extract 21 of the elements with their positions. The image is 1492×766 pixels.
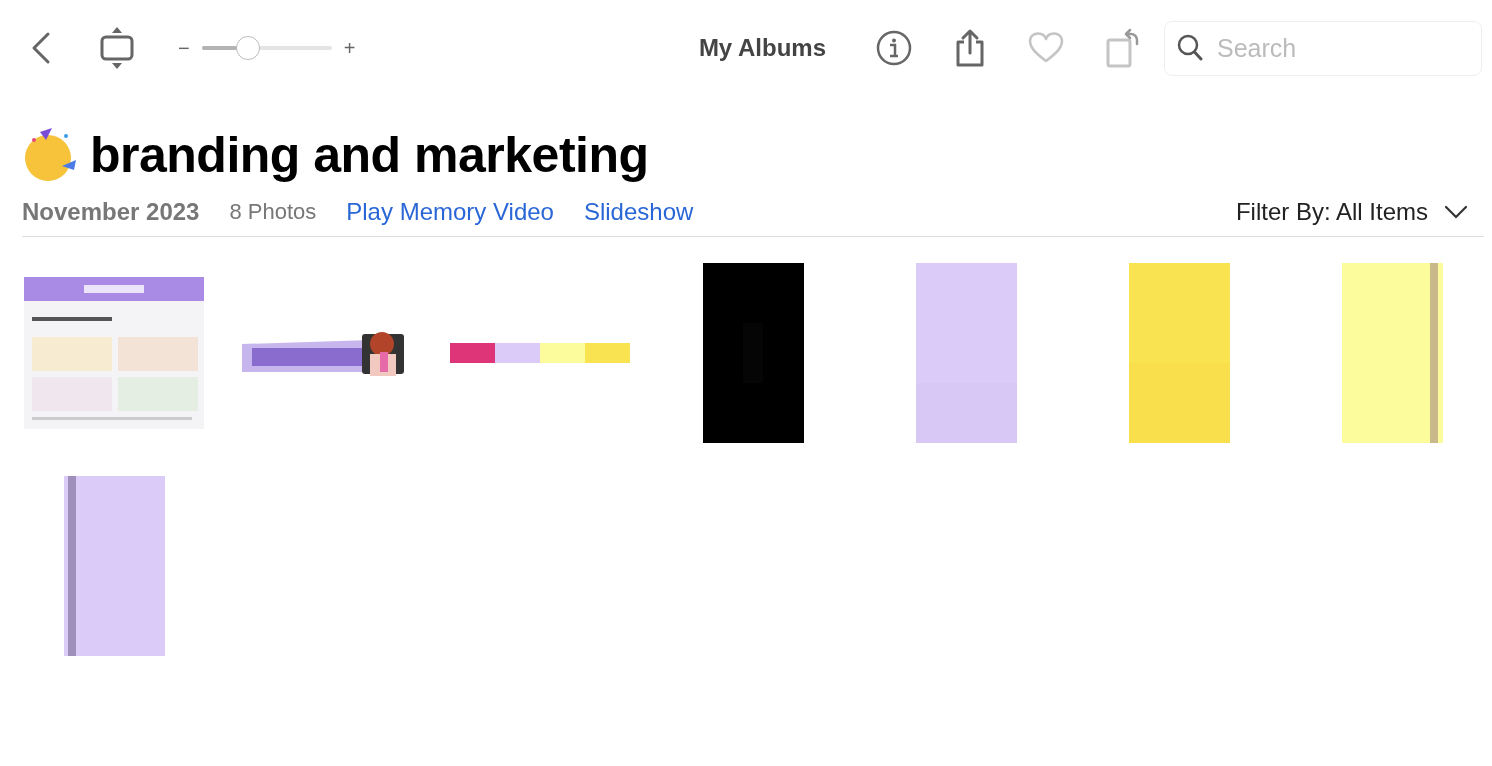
album-link[interactable]: Slideshow	[583, 198, 694, 226]
search-icon	[1177, 34, 1203, 62]
filter-dropdown[interactable]: Filter By: All Items	[1235, 198, 1484, 226]
search-input[interactable]: Search	[1215, 32, 1459, 64]
zoom-in-label[interactable]: +	[343, 36, 356, 60]
chevron-down-icon	[1444, 205, 1468, 219]
back-button[interactable]	[30, 31, 52, 65]
window-title: My Albums	[698, 34, 826, 62]
fit-toggle-icon[interactable]	[100, 26, 134, 70]
album-link[interactable]: Play Memory Video	[346, 198, 554, 226]
heart-icon[interactable]	[1028, 32, 1064, 64]
photo-count: 8 Photos	[229, 199, 317, 225]
share-icon[interactable]	[954, 28, 986, 68]
search-field[interactable]: Search	[1164, 20, 1482, 76]
zoom-out-label[interactable]: −	[178, 36, 190, 60]
rotate-icon[interactable]	[1106, 28, 1140, 68]
album-title: branding and marketing	[90, 126, 649, 184]
slider-thumb[interactable]	[236, 36, 261, 60]
album-date: November 2023	[22, 198, 200, 226]
zoom-slider[interactable]	[201, 36, 332, 60]
info-icon[interactable]	[876, 30, 912, 66]
